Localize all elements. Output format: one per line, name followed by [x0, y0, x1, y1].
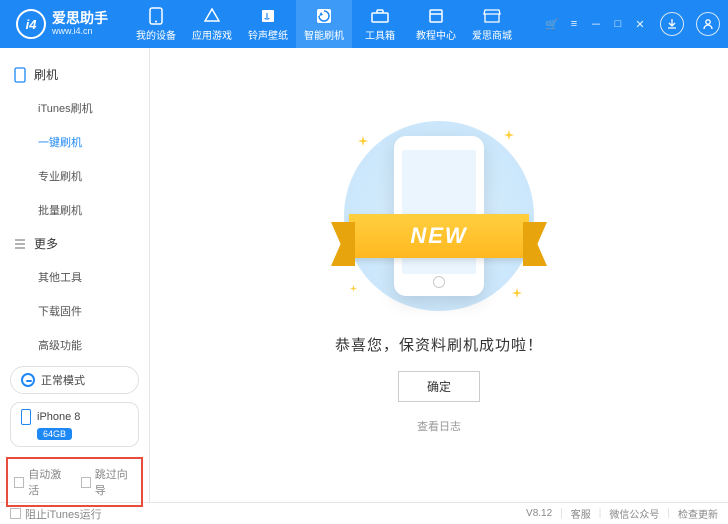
- checkbox-icon: [81, 477, 91, 488]
- checkbox-label: 跳过向导: [95, 466, 135, 498]
- sidebar-item-onekey-flash[interactable]: 一键刷机: [0, 125, 149, 159]
- main-content: NEW 恭喜您，保资料刷机成功啦！ 确定 查看日志: [150, 48, 728, 502]
- checkbox-icon: [14, 477, 24, 488]
- checkbox-block-itunes[interactable]: 阻止iTunes运行: [10, 506, 102, 522]
- nav-ringtone[interactable]: 铃声壁纸: [240, 0, 296, 48]
- sidebar-item-advanced[interactable]: 高级功能: [0, 328, 149, 362]
- nav-store[interactable]: 爱思商城: [464, 0, 520, 48]
- sidebar-item-download-firmware[interactable]: 下载固件: [0, 294, 149, 328]
- flash-icon: [315, 7, 333, 25]
- nav-apps[interactable]: 应用游戏: [184, 0, 240, 48]
- nav-label: 应用游戏: [192, 27, 232, 42]
- checkbox-skip-guide[interactable]: 跳过向导: [81, 466, 136, 498]
- mode-indicator[interactable]: 正常模式: [10, 366, 139, 394]
- footer-link-wechat[interactable]: 微信公众号: [609, 506, 659, 521]
- new-ribbon: NEW: [349, 214, 529, 258]
- device-indicator[interactable]: iPhone 8 64GB: [10, 402, 139, 447]
- cart-icon[interactable]: 🛒: [544, 16, 560, 32]
- success-message: 恭喜您，保资料刷机成功啦！: [335, 334, 543, 355]
- minimize-button[interactable]: －: [588, 16, 604, 32]
- sidebar-group-flash: 刷机: [0, 58, 149, 91]
- apps-icon: [203, 7, 221, 25]
- checkbox-icon: [10, 508, 21, 519]
- nav-label: 教程中心: [416, 27, 456, 42]
- logo: i4 爱思助手 www.i4.cn: [8, 9, 116, 39]
- nav-flash[interactable]: 智能刷机: [296, 0, 352, 48]
- user-button[interactable]: [696, 12, 720, 36]
- group-title: 刷机: [34, 66, 58, 83]
- checkbox-auto-activate[interactable]: 自动激活: [14, 466, 69, 498]
- group-title: 更多: [34, 235, 58, 252]
- nav-label: 铃声壁纸: [248, 27, 288, 42]
- nav-my-device[interactable]: 我的设备: [128, 0, 184, 48]
- sidebar-item-itunes-flash[interactable]: iTunes刷机: [0, 91, 149, 125]
- sidebar-item-batch-flash[interactable]: 批量刷机: [0, 193, 149, 227]
- nav-label: 我的设备: [136, 27, 176, 42]
- phone-icon: [21, 409, 31, 425]
- menu-icon: [14, 238, 26, 250]
- title-bar: i4 爱思助手 www.i4.cn 我的设备 应用游戏 铃声壁纸 智能刷机 工具…: [0, 0, 728, 48]
- phone-icon: [14, 67, 26, 83]
- nav-label: 爱思商城: [472, 27, 512, 42]
- options-highlight-box: 自动激活 跳过向导: [6, 457, 143, 507]
- sidebar-item-pro-flash[interactable]: 专业刷机: [0, 159, 149, 193]
- brand-name: 爱思助手: [52, 11, 108, 26]
- maximize-button[interactable]: □: [610, 16, 626, 32]
- brand-url: www.i4.cn: [52, 27, 108, 37]
- ok-button[interactable]: 确定: [398, 371, 480, 402]
- nav-label: 智能刷机: [304, 27, 344, 42]
- mode-label: 正常模式: [41, 372, 85, 388]
- success-illustration: NEW: [334, 116, 544, 316]
- nav-label: 工具箱: [365, 27, 395, 42]
- sidebar-group-more: 更多: [0, 227, 149, 260]
- refresh-icon: [21, 373, 35, 387]
- device-name: iPhone 8: [37, 411, 80, 423]
- footer-link-update[interactable]: 检查更新: [678, 506, 718, 521]
- menu-icon[interactable]: ≡: [566, 16, 582, 32]
- close-button[interactable]: ✕: [632, 16, 648, 32]
- checkbox-label: 阻止iTunes运行: [25, 506, 102, 522]
- sidebar: 刷机 iTunes刷机 一键刷机 专业刷机 批量刷机 更多 其他工具 下载固件 …: [0, 48, 150, 502]
- download-button[interactable]: [660, 12, 684, 36]
- sidebar-item-other-tools[interactable]: 其他工具: [0, 260, 149, 294]
- checkbox-label: 自动激活: [28, 466, 68, 498]
- storage-badge: 64GB: [37, 428, 72, 440]
- music-icon: [259, 7, 277, 25]
- toolbox-icon: [371, 7, 389, 25]
- nav-toolbox[interactable]: 工具箱: [352, 0, 408, 48]
- store-icon: [483, 7, 501, 25]
- window-controls: 🛒 ≡ － □ ✕: [544, 12, 720, 36]
- logo-icon: i4: [16, 9, 46, 39]
- view-log-link[interactable]: 查看日志: [417, 418, 461, 434]
- version-label: V8.12: [526, 508, 552, 519]
- nav-tutorial[interactable]: 教程中心: [408, 0, 464, 48]
- top-nav: 我的设备 应用游戏 铃声壁纸 智能刷机 工具箱 教程中心 爱思商城: [128, 0, 520, 48]
- book-icon: [427, 7, 445, 25]
- footer-link-support[interactable]: 客服: [571, 506, 591, 521]
- phone-icon: [147, 7, 165, 25]
